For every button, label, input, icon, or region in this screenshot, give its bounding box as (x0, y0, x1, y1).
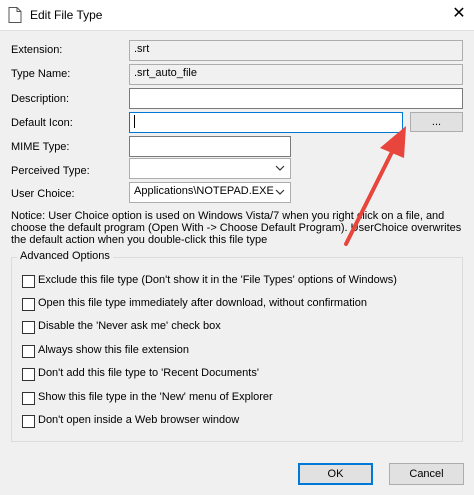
annotation-arrow-icon (344, 126, 406, 246)
